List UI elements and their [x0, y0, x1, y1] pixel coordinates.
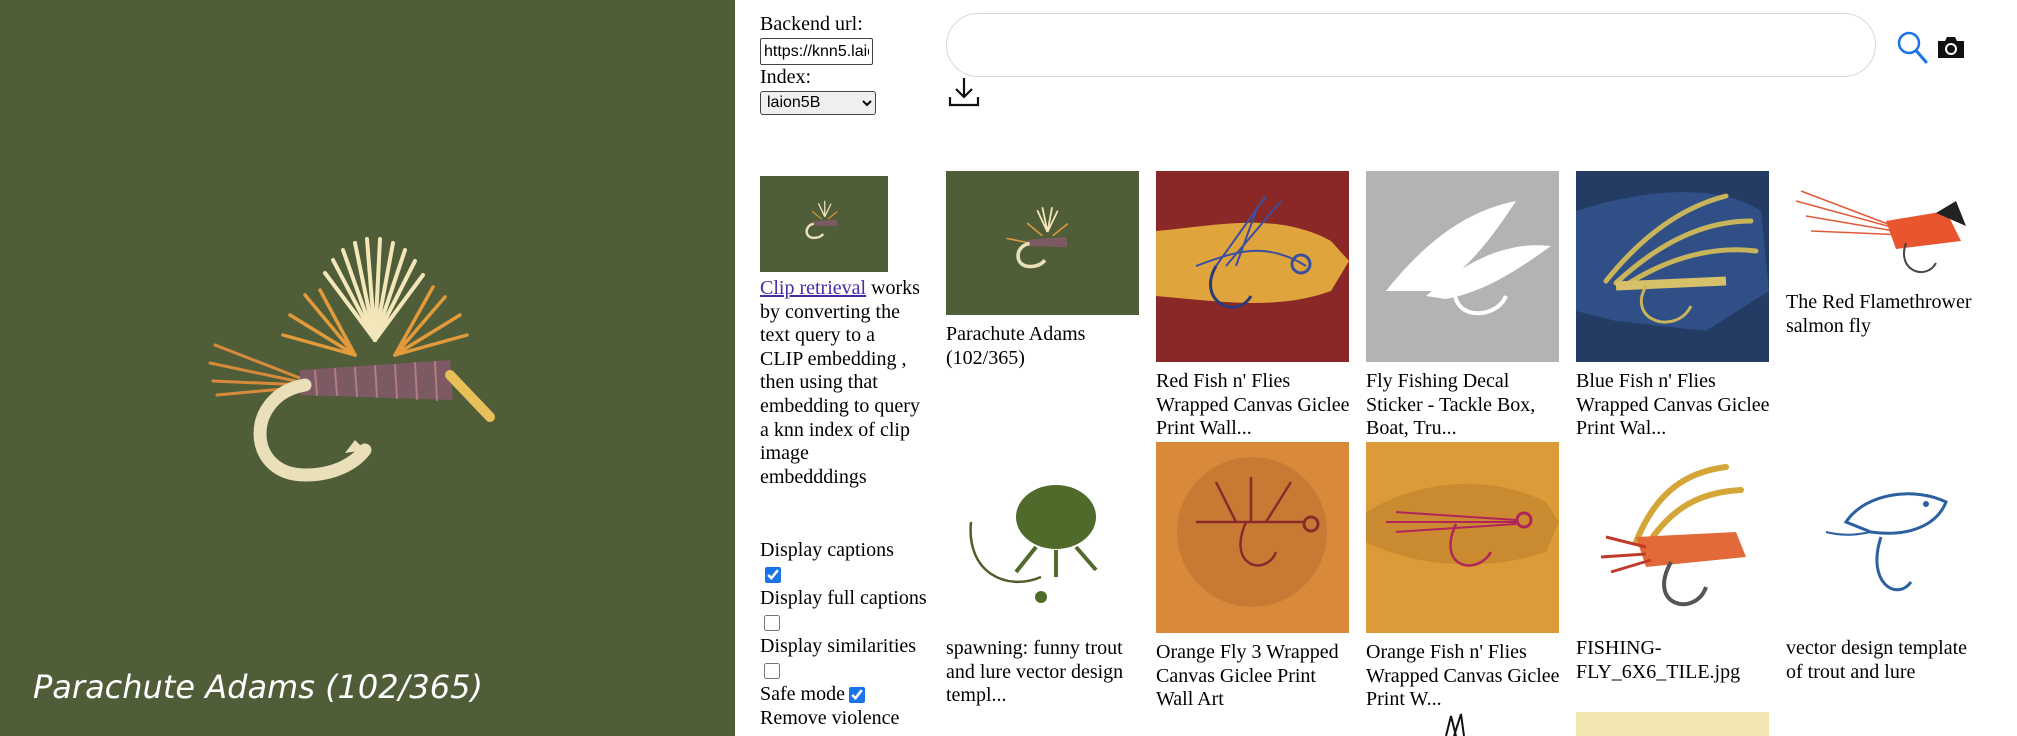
query-fly-image [805, 200, 838, 240]
hero-image-panel: Parachute Adams (102/365) [0, 0, 735, 736]
backend-url-input[interactable] [760, 38, 873, 65]
result-item[interactable]: Orange Fly 3 Wrapped Canvas Giclee Print… [1156, 442, 1349, 712]
result-item[interactable]: Red Fish n' Flies Wrapped Canvas Giclee … [1156, 171, 1350, 441]
display-full-captions-row: Display full captions [760, 586, 930, 634]
result-image [1576, 171, 1769, 362]
result-item[interactable]: Parachute Adams (102/365) [946, 171, 1139, 370]
result-item[interactable] [1366, 712, 1559, 736]
result-item[interactable]: vector design template of trout and lure [1786, 442, 1979, 684]
download-icon[interactable] [948, 76, 980, 108]
result-image [1576, 442, 1769, 637]
index-label: Index: [760, 66, 812, 88]
result-caption: The Red Flamethrower salmon fly [1786, 291, 1972, 337]
result-item[interactable]: FISHING-FLY_6X6_TILE.jpg [1576, 442, 1769, 684]
display-full-captions-label: Display full captions [760, 587, 927, 609]
search-box [946, 13, 1876, 77]
search-input[interactable] [967, 26, 1847, 66]
result-image [1366, 442, 1559, 633]
result-item[interactable]: Fly Fishing Decal Sticker - Tackle Box, … [1366, 171, 1559, 441]
result-item[interactable] [1576, 712, 1769, 736]
display-captions-checkbox[interactable] [765, 567, 781, 584]
settings-panel: Backend url: Index: laion5B [760, 12, 930, 115]
about-description: works by converting the text query to a … [760, 277, 920, 488]
display-similarities-label: Display similarities [760, 635, 917, 657]
backend-url-label: Backend url: [760, 13, 863, 35]
result-image [1786, 442, 1979, 637]
safe-mode-checkbox[interactable] [848, 687, 865, 704]
display-options: Display captions Display full captions D… [760, 538, 930, 730]
result-item[interactable]: spawning: funny trout and lure vector de… [946, 442, 1139, 708]
result-image [1786, 171, 1979, 291]
dry-fly-illustration [208, 237, 495, 482]
result-caption: Blue Fish n' Flies Wrapped Canvas Giclee… [1576, 370, 1770, 439]
result-image [1366, 171, 1559, 362]
result-item[interactable]: The Red Flamethrower salmon fly [1786, 171, 1979, 338]
result-image [1576, 712, 1769, 736]
display-similarities-checkbox[interactable] [764, 663, 780, 680]
safe-mode-row: Safe mode [760, 682, 930, 706]
result-image [1366, 712, 1559, 736]
index-select[interactable]: laion5B [760, 90, 876, 115]
query-image-thumbnail[interactable] [760, 176, 888, 272]
result-caption: vector design template of trout and lure [1786, 637, 1968, 683]
camera-icon[interactable] [1936, 34, 1966, 60]
result-caption: Orange Fly 3 Wrapped Canvas Giclee Print… [1156, 641, 1339, 710]
result-image [946, 442, 1139, 637]
result-image [946, 171, 1139, 315]
result-caption: Red Fish n' Flies Wrapped Canvas Giclee … [1156, 370, 1350, 439]
display-full-captions-checkbox[interactable] [764, 615, 780, 632]
remove-violence-label: Remove violence [760, 707, 900, 729]
result-caption: FISHING-FLY_6X6_TILE.jpg [1576, 637, 1741, 683]
hero-caption: Parachute Adams (102/365) [33, 668, 483, 706]
result-caption: Parachute Adams (102/365) [946, 323, 1086, 369]
about-text: Clip retrieval works by converting the t… [760, 277, 920, 489]
clip-retrieval-link[interactable]: Clip retrieval [760, 277, 866, 299]
result-caption: spawning: funny trout and lure vector de… [946, 637, 1124, 706]
search-icon[interactable] [1896, 30, 1928, 64]
result-image [1156, 171, 1349, 362]
safe-mode-label: Safe mode [760, 683, 845, 705]
result-item[interactable]: Blue Fish n' Flies Wrapped Canvas Giclee… [1576, 171, 1770, 441]
display-similarities-row: Display similarities [760, 634, 930, 682]
result-caption: Orange Fish n' Flies Wrapped Canvas Gicl… [1366, 641, 1560, 710]
display-captions-label: Display captions [760, 539, 894, 561]
result-image [1156, 442, 1349, 633]
result-item[interactable]: Orange Fish n' Flies Wrapped Canvas Gicl… [1366, 442, 1560, 712]
result-caption: Fly Fishing Decal Sticker - Tackle Box, … [1366, 370, 1536, 439]
